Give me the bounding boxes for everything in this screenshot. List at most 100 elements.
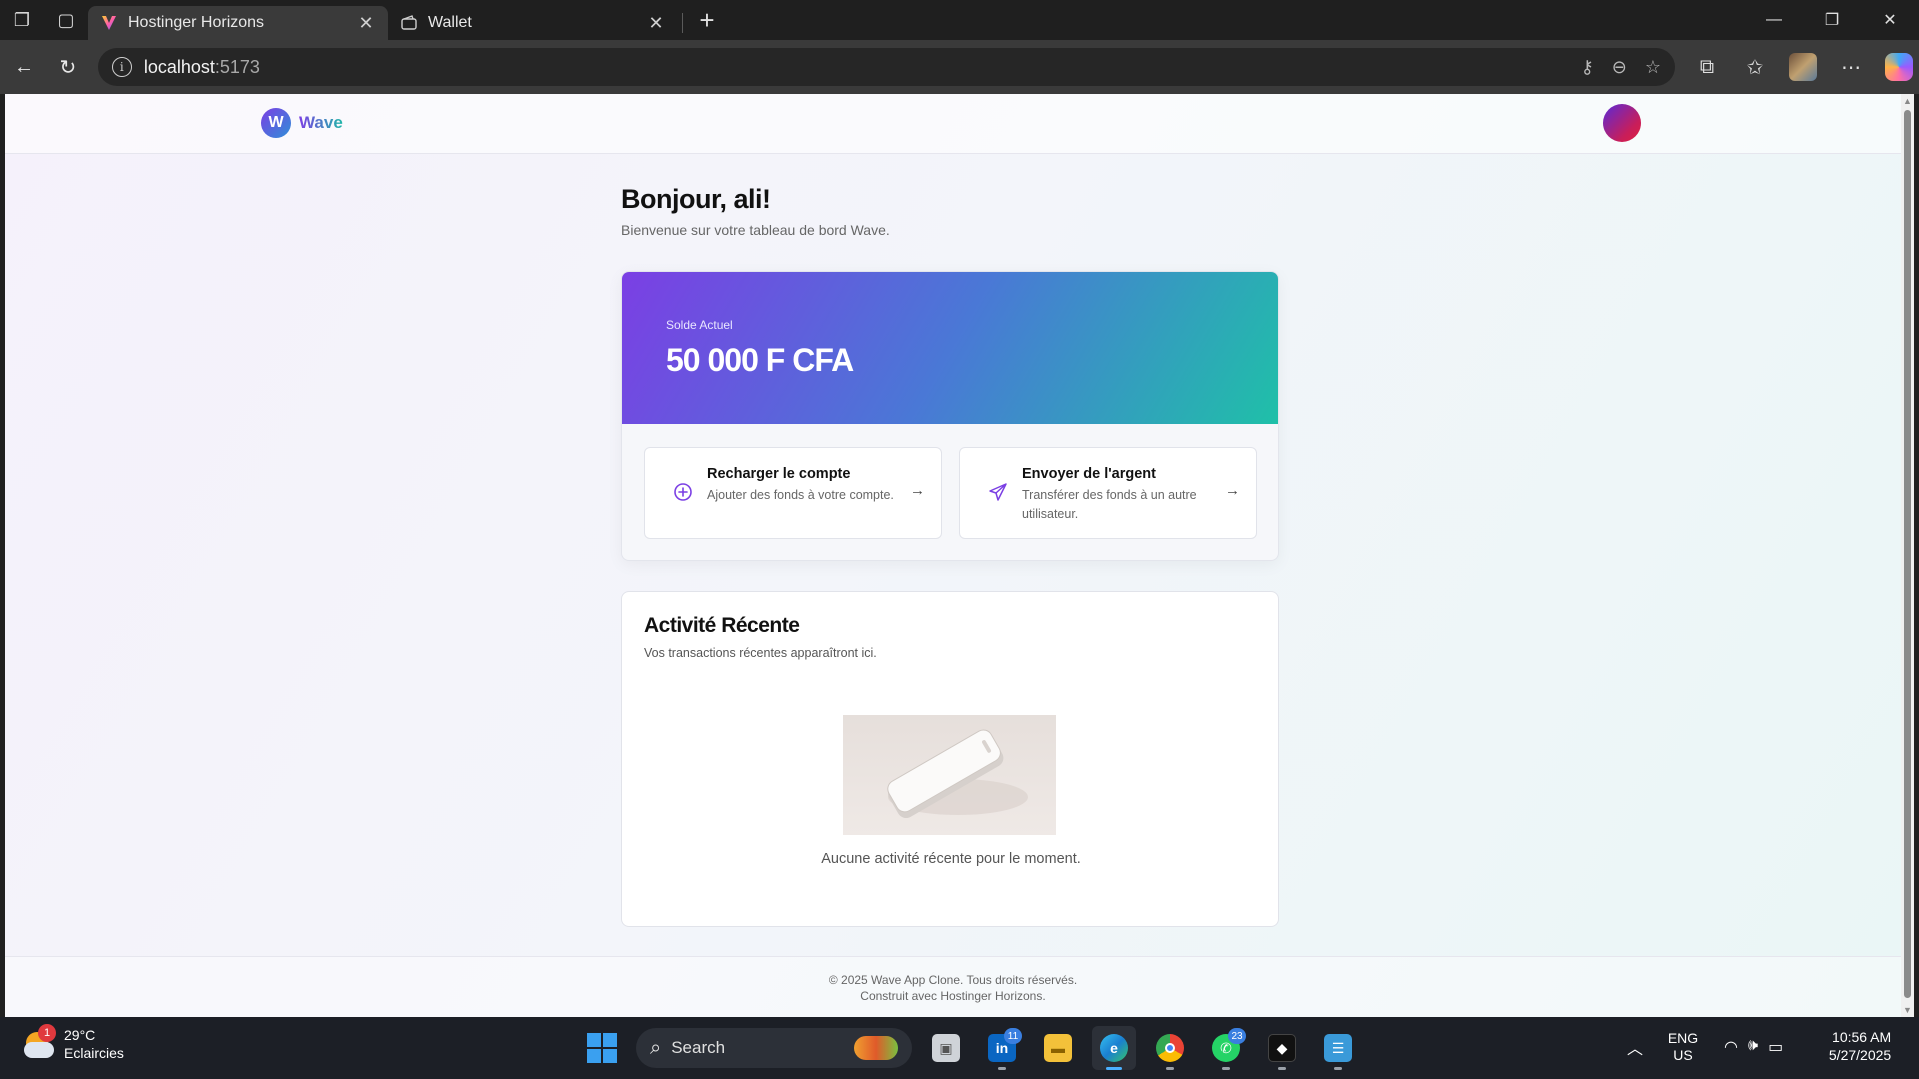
balance-amount: 50 000 F CFA (666, 342, 854, 378)
restore-icon[interactable]: ❐ (1803, 0, 1861, 40)
search-icon: ⌕ (650, 1036, 662, 1059)
notepad-icon[interactable]: ☰ (1316, 1026, 1360, 1070)
hostinger-horizons-favicon (102, 16, 116, 30)
clock[interactable]: 10:56 AM 5/27/2025 (1815, 1029, 1891, 1064)
clock-date: 5/27/2025 (1828, 1046, 1892, 1063)
terminal-icon[interactable]: ◆ (1260, 1026, 1304, 1070)
wave-logo-text: Wave (299, 113, 343, 132)
close-window-icon[interactable]: ✕ (1861, 0, 1919, 40)
extensions-icon[interactable]: ⧉ (1687, 47, 1727, 87)
empty-state-text: Aucune activité récente pour le moment. (821, 851, 1081, 867)
linkedin-badge: 11 (1004, 1028, 1022, 1044)
plus-circle-icon (674, 483, 692, 501)
action-description: Ajouter des fonds à votre compte. (707, 488, 894, 502)
taskbar-apps: ⌕ Search ▣ in 11 ▬ e ✆ 23 ◆ ☰ (580, 1026, 1360, 1070)
user-avatar[interactable] (1603, 104, 1641, 142)
language-indicator[interactable]: ENG US (1660, 1030, 1706, 1064)
url-port: :5173 (214, 56, 260, 77)
task-view-icon[interactable]: ▣ (924, 1026, 968, 1070)
page-viewport: W Wave Bonjour, ali! Bienvenue sur votre… (5, 94, 1901, 1017)
back-icon[interactable]: ← (2, 45, 46, 89)
browser-tabbar: ❐ ▢ Hostinger Horizons ✕ Wallet ✕ + — ❐ … (0, 0, 1919, 40)
action-title: Envoyer de l'argent (1022, 466, 1156, 482)
weather-description: Eclaircies (64, 1044, 124, 1061)
profile-picture (1789, 53, 1817, 81)
recharge-account-button[interactable]: Recharger le compte Ajouter des fonds à … (644, 447, 942, 539)
clock-time: 10:56 AM (1832, 1029, 1892, 1045)
reload-icon[interactable]: ↻ (46, 45, 90, 89)
footer-built-with: Construit avec Hostinger Horizons. (860, 989, 1046, 1004)
recent-activity-subtitle: Vos transactions récentes apparaîtront i… (644, 646, 877, 660)
scroll-down-icon[interactable]: ▼ (1901, 1003, 1914, 1017)
close-tab-icon[interactable]: ✕ (646, 13, 666, 34)
scroll-up-icon[interactable]: ▲ (1901, 94, 1914, 108)
browser-toolbar: ← ↻ i localhost:5173 ⚷ ⊖ ☆ ⧉ ✩ ⋯ (0, 40, 1919, 94)
balance-card: Solde Actuel 50 000 F CFA Recharger le c… (621, 271, 1279, 561)
scrollbar-thumb[interactable] (1904, 110, 1911, 998)
action-description: Transférer des fonds à un autre utilisat… (1022, 488, 1197, 521)
tab-divider (682, 13, 683, 33)
chevron-up-icon[interactable]: ︿ (1620, 1035, 1650, 1059)
volume-icon[interactable]: 🕪 (1748, 1037, 1758, 1057)
balance-label: Solde Actuel (666, 318, 733, 332)
weather-widget[interactable]: 1 29°C Eclaircies (22, 1023, 124, 1062)
action-title: Recharger le compte (707, 466, 851, 482)
minimize-icon[interactable]: — (1745, 0, 1803, 40)
tab-hostinger-horizons[interactable]: Hostinger Horizons ✕ (88, 6, 388, 40)
copilot-logo (1885, 53, 1913, 81)
whatsapp-badge: 23 (1228, 1028, 1246, 1044)
wave-logo-mark: W (261, 108, 291, 138)
file-explorer-icon[interactable]: ▬ (1036, 1026, 1080, 1070)
wave-logo[interactable]: W Wave (261, 108, 343, 138)
linkedin-icon[interactable]: in 11 (980, 1026, 1024, 1070)
more-options-icon[interactable]: ⋯ (1831, 47, 1871, 87)
tab-title: Wallet (428, 14, 472, 31)
workspaces-icon[interactable]: ❐ (0, 0, 44, 40)
search-highlight-icon (854, 1036, 898, 1060)
arrow-right-icon: → (1225, 482, 1240, 499)
vertical-tabs-icon[interactable]: ▢ (44, 0, 88, 40)
url-host: localhost (143, 56, 215, 77)
zoom-out-icon[interactable]: ⊖ (1612, 57, 1627, 78)
language-region: US (1673, 1046, 1693, 1063)
empty-state-phone-image (843, 715, 1056, 835)
page-subtitle: Bienvenue sur votre tableau de bord Wave… (621, 222, 890, 238)
recent-activity-title: Activité Récente (644, 614, 800, 637)
footer-copyright: © 2025 Wave App Clone. Tous droits réser… (828, 973, 1078, 987)
system-tray: ︿ ENG US ◠ 🕪 ▭ 10:56 AM 5/27/2025 (1620, 1029, 1891, 1064)
taskbar-search[interactable]: ⌕ Search (636, 1028, 912, 1068)
page-scrollbar[interactable]: ▲ ▼ (1901, 94, 1914, 1017)
send-money-button[interactable]: Envoyer de l'argent Transférer des fonds… (959, 447, 1257, 539)
tab-title: Hostinger Horizons (128, 14, 265, 31)
chrome-icon[interactable] (1148, 1026, 1192, 1070)
address-bar[interactable]: i localhost:5173 ⚷ ⊖ ☆ (97, 48, 1675, 86)
weather-notification-badge: 1 (38, 1023, 56, 1042)
favorites-icon[interactable]: ✩ (1735, 47, 1775, 87)
battery-icon[interactable]: ▭ (1768, 1037, 1783, 1057)
tab-wallet[interactable]: Wallet ✕ (388, 6, 678, 40)
window-controls: — ❐ ✕ (1745, 0, 1919, 40)
recent-activity-card: Activité Récente Vos transactions récent… (621, 591, 1279, 927)
partly-cloudy-icon: 1 (22, 1023, 56, 1062)
whatsapp-icon[interactable]: ✆ 23 (1204, 1026, 1248, 1070)
wallet-favicon (401, 15, 417, 30)
new-tab-button[interactable]: + (687, 0, 727, 40)
close-tab-icon[interactable]: ✕ (356, 13, 376, 34)
send-icon (989, 483, 1007, 501)
edge-icon[interactable]: e (1092, 1026, 1136, 1070)
search-label: Search (671, 1038, 726, 1057)
weather-temperature: 29°C (64, 1027, 96, 1043)
wifi-icon[interactable]: ◠ (1724, 1037, 1738, 1057)
app-footer: © 2025 Wave App Clone. Tous droits réser… (5, 956, 1901, 1017)
site-info-icon[interactable]: i (111, 57, 132, 77)
copilot-icon[interactable] (1879, 47, 1919, 87)
arrow-right-icon: → (910, 482, 925, 499)
windows-start-icon[interactable] (580, 1026, 624, 1070)
favorite-star-icon[interactable]: ☆ (1645, 57, 1661, 78)
app-header: W Wave (5, 94, 1901, 154)
profile-icon[interactable] (1783, 47, 1823, 87)
windows-taskbar: 1 29°C Eclaircies ⌕ Search ▣ in 11 ▬ e ✆ 2… (0, 1017, 1919, 1079)
password-key-icon[interactable]: ⚷ (1581, 57, 1594, 78)
balance-banner: Solde Actuel 50 000 F CFA (622, 272, 1278, 424)
language-code: ENG (1667, 1029, 1699, 1046)
